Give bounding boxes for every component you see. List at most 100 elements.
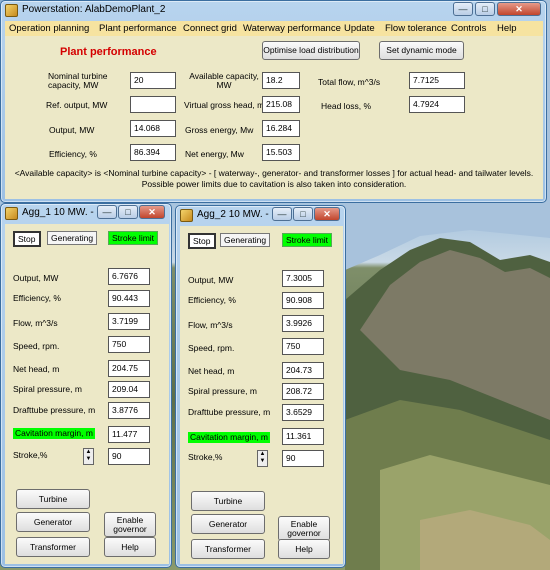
- agg2-stroke-spinner[interactable]: ▲ ▼: [257, 450, 268, 467]
- agg2-generator-button[interactable]: Generator: [191, 514, 265, 534]
- agg2-speed-label: Speed, rpm.: [188, 343, 235, 353]
- gross-energy-field[interactable]: 16.284: [262, 120, 300, 137]
- spin-down-icon[interactable]: ▼: [258, 458, 267, 465]
- menu-flow-tolerance[interactable]: Flow tolerance: [385, 23, 447, 34]
- menu-help[interactable]: Help: [497, 23, 517, 34]
- set-dynamic-mode-button[interactable]: Set dynamic mode: [379, 41, 464, 60]
- agg2-cavitation-field[interactable]: 11.361: [282, 428, 324, 445]
- minimize-icon[interactable]: —: [453, 2, 473, 16]
- agg2-net-head-field[interactable]: 204.73: [282, 362, 324, 379]
- total-flow-field[interactable]: 7.7125: [409, 72, 465, 89]
- agg2-turbine-button[interactable]: Turbine: [191, 491, 265, 511]
- agg2-maximize-icon[interactable]: □: [293, 207, 313, 221]
- agg1-close-icon[interactable]: ✕: [139, 205, 165, 219]
- agg1-spiral-field[interactable]: 209.04: [108, 381, 150, 398]
- available-capacity-field[interactable]: 18.2: [262, 72, 300, 89]
- agg2-stop-tab[interactable]: Stop: [188, 233, 216, 249]
- agg1-app-icon: [5, 207, 18, 220]
- output-field[interactable]: 14.068: [130, 120, 176, 137]
- plant-performance-header: Plant performance: [60, 46, 157, 58]
- head-loss-field[interactable]: 4.7924: [409, 96, 465, 113]
- agg2-app-icon: [180, 209, 193, 222]
- agg2-spiral-label: Spiral pressure, m: [188, 386, 257, 396]
- agg1-enable-governor-button[interactable]: Enable governor: [104, 512, 156, 537]
- agg1-output-label: Output, MW: [13, 273, 59, 283]
- agg1-stroke-field[interactable]: 90: [108, 448, 150, 465]
- head-loss-label: Head loss, %: [321, 101, 372, 111]
- agg1-speed-field[interactable]: 750: [108, 336, 150, 353]
- nominal-turbine-label: Nominal turbine capacity, MW: [48, 71, 108, 91]
- menu-update[interactable]: Update: [344, 23, 375, 34]
- ref-output-field[interactable]: [130, 96, 176, 113]
- agg2-speed-field[interactable]: 750: [282, 338, 324, 355]
- agg2-net-head-label: Net head, m: [188, 366, 235, 376]
- agg2-output-field[interactable]: 7.3005: [282, 270, 324, 287]
- agg1-generating-tab[interactable]: Generating: [47, 231, 98, 245]
- agg2-enable-governor-button[interactable]: Enable governor: [278, 516, 330, 541]
- menu-waterway-performance[interactable]: Waterway performance: [243, 23, 341, 34]
- menu-controls[interactable]: Controls: [451, 23, 486, 34]
- agg1-generator-button[interactable]: Generator: [16, 512, 90, 532]
- agg1-minimize-icon[interactable]: —: [97, 205, 117, 219]
- capacity-note: <Available capacity> is <Nominal turbine…: [14, 168, 534, 189]
- agg1-stroke-limit-badge: Stroke limit: [108, 231, 159, 245]
- agg2-stroke-field[interactable]: 90: [282, 450, 324, 467]
- agg2-close-icon[interactable]: ✕: [314, 207, 340, 221]
- agg1-cavitation-field[interactable]: 11.477: [108, 426, 150, 443]
- agg2-flow-field[interactable]: 3.9926: [282, 315, 324, 332]
- maximize-icon[interactable]: □: [475, 2, 495, 16]
- agg2-generating-tab[interactable]: Generating: [220, 233, 271, 247]
- agg1-maximize-icon[interactable]: □: [118, 205, 138, 219]
- agg2-minimize-icon[interactable]: —: [272, 207, 292, 221]
- agg1-efficiency-field[interactable]: 90.443: [108, 290, 150, 307]
- agg1-stroke-label: Stroke,%: [13, 450, 48, 460]
- agg1-transformer-button[interactable]: Transformer: [16, 537, 90, 557]
- spin-down-icon[interactable]: ▼: [84, 456, 93, 463]
- menu-operation-planning[interactable]: Operation planning: [9, 23, 89, 34]
- agg2-title: Agg_2 10 MW. - ...: [197, 209, 280, 220]
- agg1-cavitation-label: Cavitation margin, m: [13, 428, 95, 440]
- agg2-help-button[interactable]: Help: [278, 539, 330, 559]
- virtual-gross-head-field[interactable]: 215.08: [262, 96, 300, 113]
- close-icon[interactable]: ✕: [497, 2, 541, 16]
- gross-energy-label: Gross energy, Mw: [185, 125, 254, 135]
- agg1-spiral-label: Spiral pressure, m: [13, 384, 82, 394]
- available-capacity-label: Available capacity, MW: [189, 71, 259, 91]
- agg1-stop-tab[interactable]: Stop: [13, 231, 41, 247]
- menu-plant-performance[interactable]: Plant performance: [99, 23, 177, 34]
- agg1-stroke-spinner[interactable]: ▲ ▼: [83, 448, 94, 465]
- agg2-stroke-limit-badge: Stroke limit: [282, 233, 333, 247]
- agg1-net-head-field[interactable]: 204.75: [108, 360, 150, 377]
- agg1-speed-label: Speed, rpm.: [13, 341, 60, 351]
- optimise-load-button[interactable]: Optimise load distribution: [262, 41, 360, 60]
- efficiency-field[interactable]: 86.394: [130, 144, 176, 161]
- main-window-title: Powerstation: AlabDemoPlant_2: [22, 4, 166, 15]
- total-flow-label: Total flow, m^3/s: [318, 77, 381, 87]
- agg2-efficiency-label: Efficiency, %: [188, 295, 236, 305]
- agg1-drafttube-field[interactable]: 3.8776: [108, 402, 150, 419]
- agg2-efficiency-field[interactable]: 90.908: [282, 292, 324, 309]
- agg2-drafttube-field[interactable]: 3.6529: [282, 404, 324, 421]
- menubar: Operation planning Plant performance Con…: [5, 21, 543, 36]
- agg1-window: Agg_1 10 MW. - ... — □ ✕ Stop Generating…: [0, 203, 172, 568]
- agg1-output-field[interactable]: 6.7676: [108, 268, 150, 285]
- spin-up-icon[interactable]: ▲: [84, 449, 93, 456]
- agg2-drafttube-label: Drafttube pressure, m: [188, 407, 271, 417]
- agg2-transformer-button[interactable]: Transformer: [191, 539, 265, 559]
- menu-connect-grid[interactable]: Connect grid: [183, 23, 237, 34]
- agg1-help-button[interactable]: Help: [104, 537, 156, 557]
- agg1-flow-field[interactable]: 3.7199: [108, 313, 150, 330]
- agg2-stroke-label: Stroke,%: [188, 452, 223, 462]
- net-energy-label: Net energy, Mw: [185, 149, 244, 159]
- app-icon: [5, 4, 18, 17]
- spin-up-icon[interactable]: ▲: [258, 451, 267, 458]
- agg2-flow-label: Flow, m^3/s: [188, 320, 233, 330]
- agg1-flow-label: Flow, m^3/s: [13, 318, 58, 328]
- nominal-turbine-field[interactable]: 20: [130, 72, 176, 89]
- agg2-spiral-field[interactable]: 208.72: [282, 383, 324, 400]
- agg2-output-label: Output, MW: [188, 275, 234, 285]
- efficiency-label: Efficiency, %: [49, 149, 97, 159]
- agg1-net-head-label: Net head, m: [13, 364, 60, 374]
- net-energy-field[interactable]: 15.503: [262, 144, 300, 161]
- agg1-turbine-button[interactable]: Turbine: [16, 489, 90, 509]
